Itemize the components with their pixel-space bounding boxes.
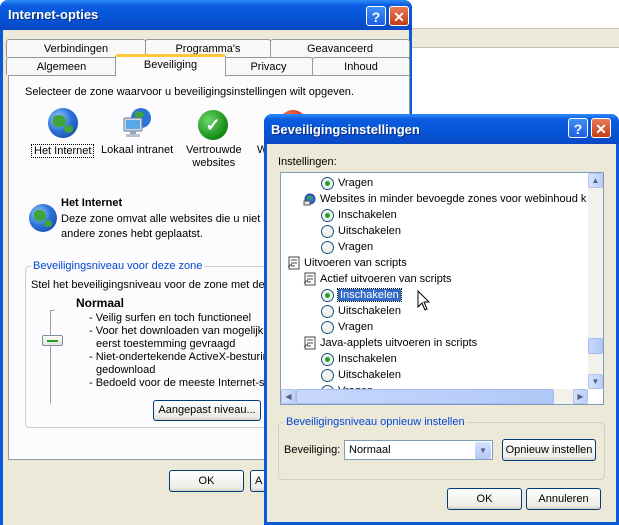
settings-option-label: Uitschakelen [338,369,401,381]
settings-category-label: Uitvoeren van scripts [304,257,407,269]
internet-options-titlebar[interactable]: Internet-opties ? ✕ [0,0,412,30]
mouse-cursor-icon [417,290,431,311]
scroll-down-icon[interactable]: ▼ [588,374,603,389]
settings-option[interactable]: Uitschakelen [281,368,588,384]
security-level-group-label: Beveiligingsniveau voor deze zone [31,260,205,272]
dialog-help-icon[interactable]: ? [568,118,588,138]
setting-icon [303,193,316,206]
tab-beveiliging[interactable]: Beveiliging [115,54,226,77]
horizontal-scroll-thumb[interactable] [296,389,554,404]
level-item-2: - Voor het downloaden van mogelijk o [89,325,273,337]
level-item-4: - Niet-ondertekende ActiveX-besturin [89,351,269,363]
level-name: Normaal [76,296,125,310]
scroll-right-icon[interactable]: ▶ [573,389,588,404]
security-slider-thumb[interactable] [42,335,63,346]
settings-option-label: Inschakelen [338,209,397,221]
settings-option[interactable]: Uitschakelen [281,304,588,320]
check-icon: ✓ [198,110,228,140]
settings-option-label: Inschakelen [338,353,397,365]
ok-button[interactable]: OK [169,470,244,492]
settings-option[interactable]: Vragen [281,240,588,256]
dialog-cancel-button[interactable]: Annuleren [526,488,601,510]
script-icon [303,272,316,286]
radio-button[interactable] [321,369,334,382]
settings-list: Vragen Websites in minder bevoegde zones … [281,173,588,389]
dialog-close-icon[interactable]: ✕ [591,118,611,138]
settings-option[interactable]: Vragen [281,320,588,336]
reset-button[interactable]: Opnieuw instellen [502,439,596,461]
settings-option[interactable]: Inschakelen [281,288,588,304]
radio-button[interactable] [321,177,334,190]
tab-inhoud[interactable]: Inhoud [312,57,410,75]
zone-description-line1: Deze zone omvat alle websites die u niet… [61,213,272,225]
settings-option-label: Vragen [338,177,374,189]
settings-option-label: Uitschakelen [338,225,401,237]
window-title: Internet-opties [8,7,99,22]
security-settings-client: Instellingen: Vragen Websites in minder b… [267,144,616,522]
zone-globe-icon [29,204,57,232]
settings-option[interactable]: Inschakelen [281,352,588,368]
level-item-6: - Bedoeld voor de meeste Internet-site [89,377,277,389]
settings-option-label: Vragen [338,241,374,253]
settings-option[interactable]: Uitschakelen [281,224,588,240]
dialog-title: Beveiligingsinstellingen [271,122,420,137]
settings-category-label: Java-applets uitvoeren in scripts [320,337,478,349]
tab-privacy[interactable]: Privacy [224,57,313,75]
radio-button[interactable] [321,209,334,222]
chevron-down-icon[interactable]: ▼ [475,442,491,459]
level-item-3: eerst toestemming gevraagd [96,338,236,350]
radio-button[interactable] [321,289,334,302]
reset-level-value: Normaal [349,444,391,456]
help-icon[interactable]: ? [366,6,386,26]
level-item-5: gedownload [96,364,156,376]
reset-security-label: Beveiliging: [284,444,341,456]
script-icon [287,256,300,270]
radio-button[interactable] [321,353,334,366]
horizontal-scrollbar[interactable]: ◀ ▶ [281,389,588,404]
close-icon[interactable]: ✕ [389,6,409,26]
zone-label-trusted: Vertrouwde websites [186,144,242,169]
settings-category[interactable]: Actief uitvoeren van scripts [281,272,588,288]
settings-option-label: Inschakelen [337,288,402,302]
background-toolbar [412,28,619,48]
security-slider-track[interactable] [50,310,55,404]
scroll-up-icon[interactable]: ▲ [588,173,603,188]
computer-icon [123,108,151,137]
settings-label: Instellingen: [278,156,337,168]
radio-button[interactable] [321,225,334,238]
script-icon [303,336,316,350]
reset-level-select[interactable]: Normaal ▼ [344,440,493,460]
settings-category-label: Websites in minder bevoegde zones voor w… [320,193,587,205]
settings-listbox[interactable]: Vragen Websites in minder bevoegde zones … [280,172,604,405]
zone-title: Het Internet [61,197,123,209]
custom-level-button[interactable]: Aangepast niveau... [153,400,261,421]
settings-category-label: Actief uitvoeren van scripts [320,273,452,285]
settings-option[interactable]: Inschakelen [281,208,588,224]
reset-level-group-label: Beveiligingsniveau opnieuw instellen [284,416,467,428]
level-prompt: Stel het beveiligingsniveau voor de zone… [31,279,274,291]
dialog-ok-button[interactable]: OK [447,488,522,510]
security-settings-dialog: Beveiligingsinstellingen ? ✕ Instellinge… [264,114,619,525]
zone-description-line2: andere zones hebt geplaatst. [61,228,203,240]
radio-button[interactable] [321,241,334,254]
settings-category[interactable]: Websites in minder bevoegde zones voor w… [281,192,588,208]
zone-label-internet: Het Internet [31,144,95,158]
level-item-1: - Veilig surfen en toch functioneel [89,312,252,324]
radio-button[interactable] [321,321,334,334]
settings-option[interactable]: Vragen [281,176,588,192]
settings-option-label: Vragen [338,321,374,333]
vertical-scroll-thumb[interactable] [588,338,603,354]
globe-icon [48,108,78,138]
vertical-scrollbar[interactable]: ▲ ▼ [588,173,603,389]
tab-algemeen[interactable]: Algemeen [6,57,117,75]
settings-category[interactable]: Java-applets uitvoeren in scripts [281,336,588,352]
security-settings-titlebar[interactable]: Beveiligingsinstellingen ? ✕ [264,114,619,144]
settings-option-label: Uitschakelen [338,305,401,317]
radio-button[interactable] [321,305,334,318]
tab-geavanceerd[interactable]: Geavanceerd [270,39,410,57]
settings-category[interactable]: Uitvoeren van scripts [281,256,588,272]
zone-label-intranet: Lokaal intranet [101,144,174,156]
scroll-left-icon[interactable]: ◀ [281,389,296,404]
zone-prompt: Selecteer de zone waarvoor u beveiliging… [25,86,354,98]
